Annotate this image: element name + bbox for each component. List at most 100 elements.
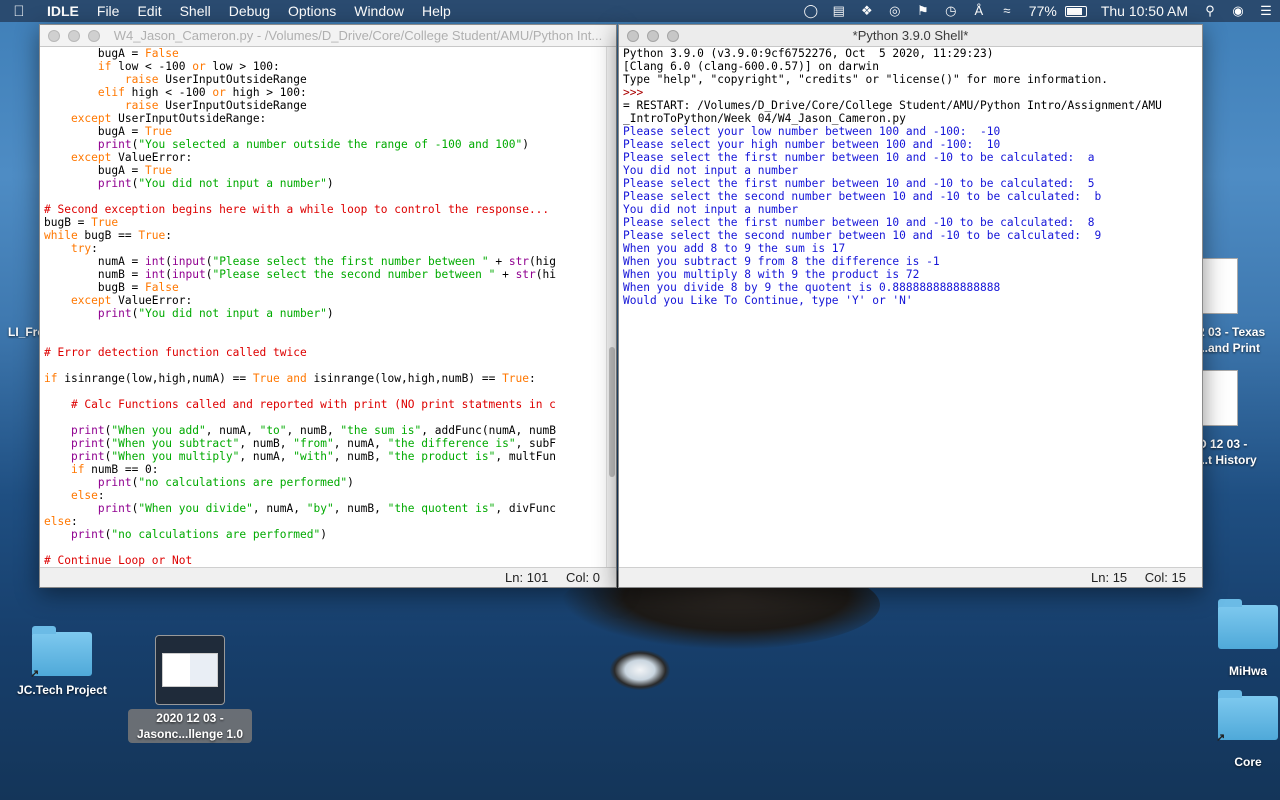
battery-percent[interactable]: 77% (1021, 0, 1065, 22)
editor-title: W4_Jason_Cameron.py - /Volumes/D_Drive/C… (113, 28, 603, 43)
notification-center-icon[interactable]: ☰ (1252, 0, 1280, 22)
bluetooth-icon[interactable]: Å (965, 0, 993, 22)
desktop-doc-label-line2: ...and Print (1198, 341, 1261, 355)
code-line: print("no calculations are performed") (97, 476, 354, 489)
menu-help[interactable]: Help (413, 0, 460, 22)
editor-statusbar: Ln: 101 Col: 0 (40, 567, 616, 587)
code-line: try: (70, 242, 98, 255)
shell-line: When you divide 8 by 9 the quotent is 0.… (623, 281, 1001, 294)
code-line: print("no calculations are performed") (70, 528, 327, 541)
code-line: print("When you divide", numA, "by", num… (97, 502, 556, 515)
editor-scrollbar[interactable] (606, 47, 616, 567)
code-line: raise UserInputOutsideRange (124, 99, 307, 112)
code-line: bugA = False (44, 47, 179, 60)
apple-menu-icon[interactable]:  (0, 3, 38, 20)
document-thumbnail (1198, 370, 1238, 426)
menu-options[interactable]: Options (279, 0, 345, 22)
close-button[interactable] (48, 30, 60, 42)
desktop-doc-label: 2 03 - Texas ...and Print (1198, 324, 1280, 356)
code-line: print("When you multiply", numA, "with",… (70, 450, 556, 463)
desktop-folder-label: JC.Tech Project (17, 683, 107, 697)
code-line: print("When you subtract", numB, "from",… (70, 437, 556, 450)
code-line: # Second exception begins here with a wh… (44, 203, 550, 216)
menu-window[interactable]: Window (345, 0, 413, 22)
spotlight-search-icon[interactable]: ⚲ (1196, 0, 1224, 22)
code-line: bugA = True (44, 125, 172, 138)
shell-line: Please select the first number between 1… (623, 151, 1095, 164)
folder-icon (1218, 599, 1278, 649)
shell-line: Please select the second number between … (623, 229, 1102, 242)
screenshot-thumbnail (155, 635, 225, 705)
desktop-folder-jc-tech[interactable]: ↗ JC.Tech Project (10, 626, 114, 698)
shell-titlebar[interactable]: *Python 3.9.0 Shell* (619, 25, 1202, 47)
time-machine-icon[interactable]: ◷ (937, 0, 965, 22)
editor-code-area[interactable]: bugA = False if low < -100 or low > 100:… (40, 47, 616, 567)
shell-line: _IntroToPython/Week 04/W4_Jason_Cameron.… (623, 112, 906, 125)
shell-line: You did not input a number (623, 203, 799, 216)
window-controls (48, 30, 100, 42)
wifi-icon[interactable]: ≈ (993, 0, 1021, 22)
minimize-button[interactable] (647, 30, 659, 42)
desktop-doc-label: D 12 03 - ...t History (1198, 436, 1280, 468)
desktop-folder-core[interactable]: ↗ Core (1216, 690, 1280, 770)
code-line: numB = int(input("Please select the seco… (44, 268, 556, 281)
code-line: if isinrange(low,high,numA) == True and … (44, 372, 536, 385)
desktop-screenshot-file[interactable]: 2020 12 03 - Jasonc...llenge 1.0 (128, 635, 252, 743)
shell-col-number: Col: 15 (1144, 570, 1186, 585)
us-flag-input-icon[interactable]: ⚑ (909, 0, 937, 22)
folder-icon: ↗ (30, 626, 92, 680)
desktop-folder-label: Core (1234, 755, 1262, 769)
menu-debug[interactable]: Debug (220, 0, 279, 22)
screenshot-label: 2020 12 03 - Jasonc...llenge 1.0 (128, 709, 252, 743)
editor-titlebar[interactable]: W4_Jason_Cameron.py - /Volumes/D_Drive/C… (40, 25, 616, 47)
shell-line: [Clang 6.0 (clang-600.0.57)] on darwin (623, 60, 879, 73)
menu-app-name[interactable]: IDLE (38, 0, 88, 22)
menu-shell[interactable]: Shell (171, 0, 220, 22)
shell-line: You did not input a number (623, 164, 799, 177)
editor-col-number: Col: 0 (566, 570, 600, 585)
desktop-doc-label-line1: 2 03 - Texas (1198, 325, 1266, 339)
close-button[interactable] (627, 30, 639, 42)
code-line: bugB = False (44, 281, 179, 294)
alias-arrow-icon: ↗ (1216, 732, 1226, 744)
desktop-folder-mihwa[interactable]: MiHwa (1216, 599, 1280, 679)
shell-statusbar: Ln: 15 Col: 15 (619, 567, 1202, 587)
accessibility-icon[interactable]: ◎ (881, 0, 909, 22)
siri-icon[interactable]: ◉ (1224, 0, 1252, 22)
zoom-button[interactable] (667, 30, 679, 42)
desktop-doc-history[interactable]: D 12 03 - ...t History (1198, 370, 1280, 468)
shell-line: >>> (623, 86, 650, 99)
desktop-doc-texas[interactable]: 2 03 - Texas ...and Print (1198, 258, 1280, 356)
zoom-button[interactable] (88, 30, 100, 42)
menu-file[interactable]: File (88, 0, 129, 22)
code-line: numA = int(input("Please select the firs… (44, 255, 556, 268)
shell-output-area[interactable]: Python 3.9.0 (v3.9.0:9cf6752276, Oct 5 2… (619, 47, 1202, 307)
shell-window[interactable]: *Python 3.9.0 Shell* Python 3.9.0 (v3.9.… (618, 24, 1203, 588)
code-line: print("You did not input a number") (97, 177, 334, 190)
shell-line: Please select the first number between 1… (623, 177, 1095, 190)
shell-line: Please select the first number between 1… (623, 216, 1095, 229)
battery-icon[interactable] (1064, 5, 1087, 17)
code-line: else: (70, 489, 105, 502)
display-status-icon[interactable]: ▤ (825, 0, 853, 22)
desktop-item-partial-left[interactable]: LI_Fre (0, 325, 40, 339)
editor-window[interactable]: W4_Jason_Cameron.py - /Volumes/D_Drive/C… (39, 24, 617, 588)
minimize-button[interactable] (68, 30, 80, 42)
code-line: print("When you add", numA, "to", numB, … (70, 424, 556, 437)
desktop-doc-label-line2: ...t History (1198, 453, 1257, 467)
clock[interactable]: Thu 10:50 AM (1093, 0, 1196, 22)
circle-status-icon[interactable]: ◯ (797, 0, 825, 22)
menu-edit[interactable]: Edit (128, 0, 170, 22)
code-line: if numB == 0: (70, 463, 159, 476)
code-line: except UserInputOutsideRange: (70, 112, 267, 125)
shell-line: Would you Like To Continue, type 'Y' or … (623, 294, 913, 307)
shell-line: When you subtract 9 from 8 the differenc… (623, 255, 940, 268)
editor-line-number: Ln: 101 (505, 570, 549, 585)
dropbox-icon[interactable]: ❖ (853, 0, 881, 22)
editor-scroll-thumb[interactable] (609, 347, 615, 477)
